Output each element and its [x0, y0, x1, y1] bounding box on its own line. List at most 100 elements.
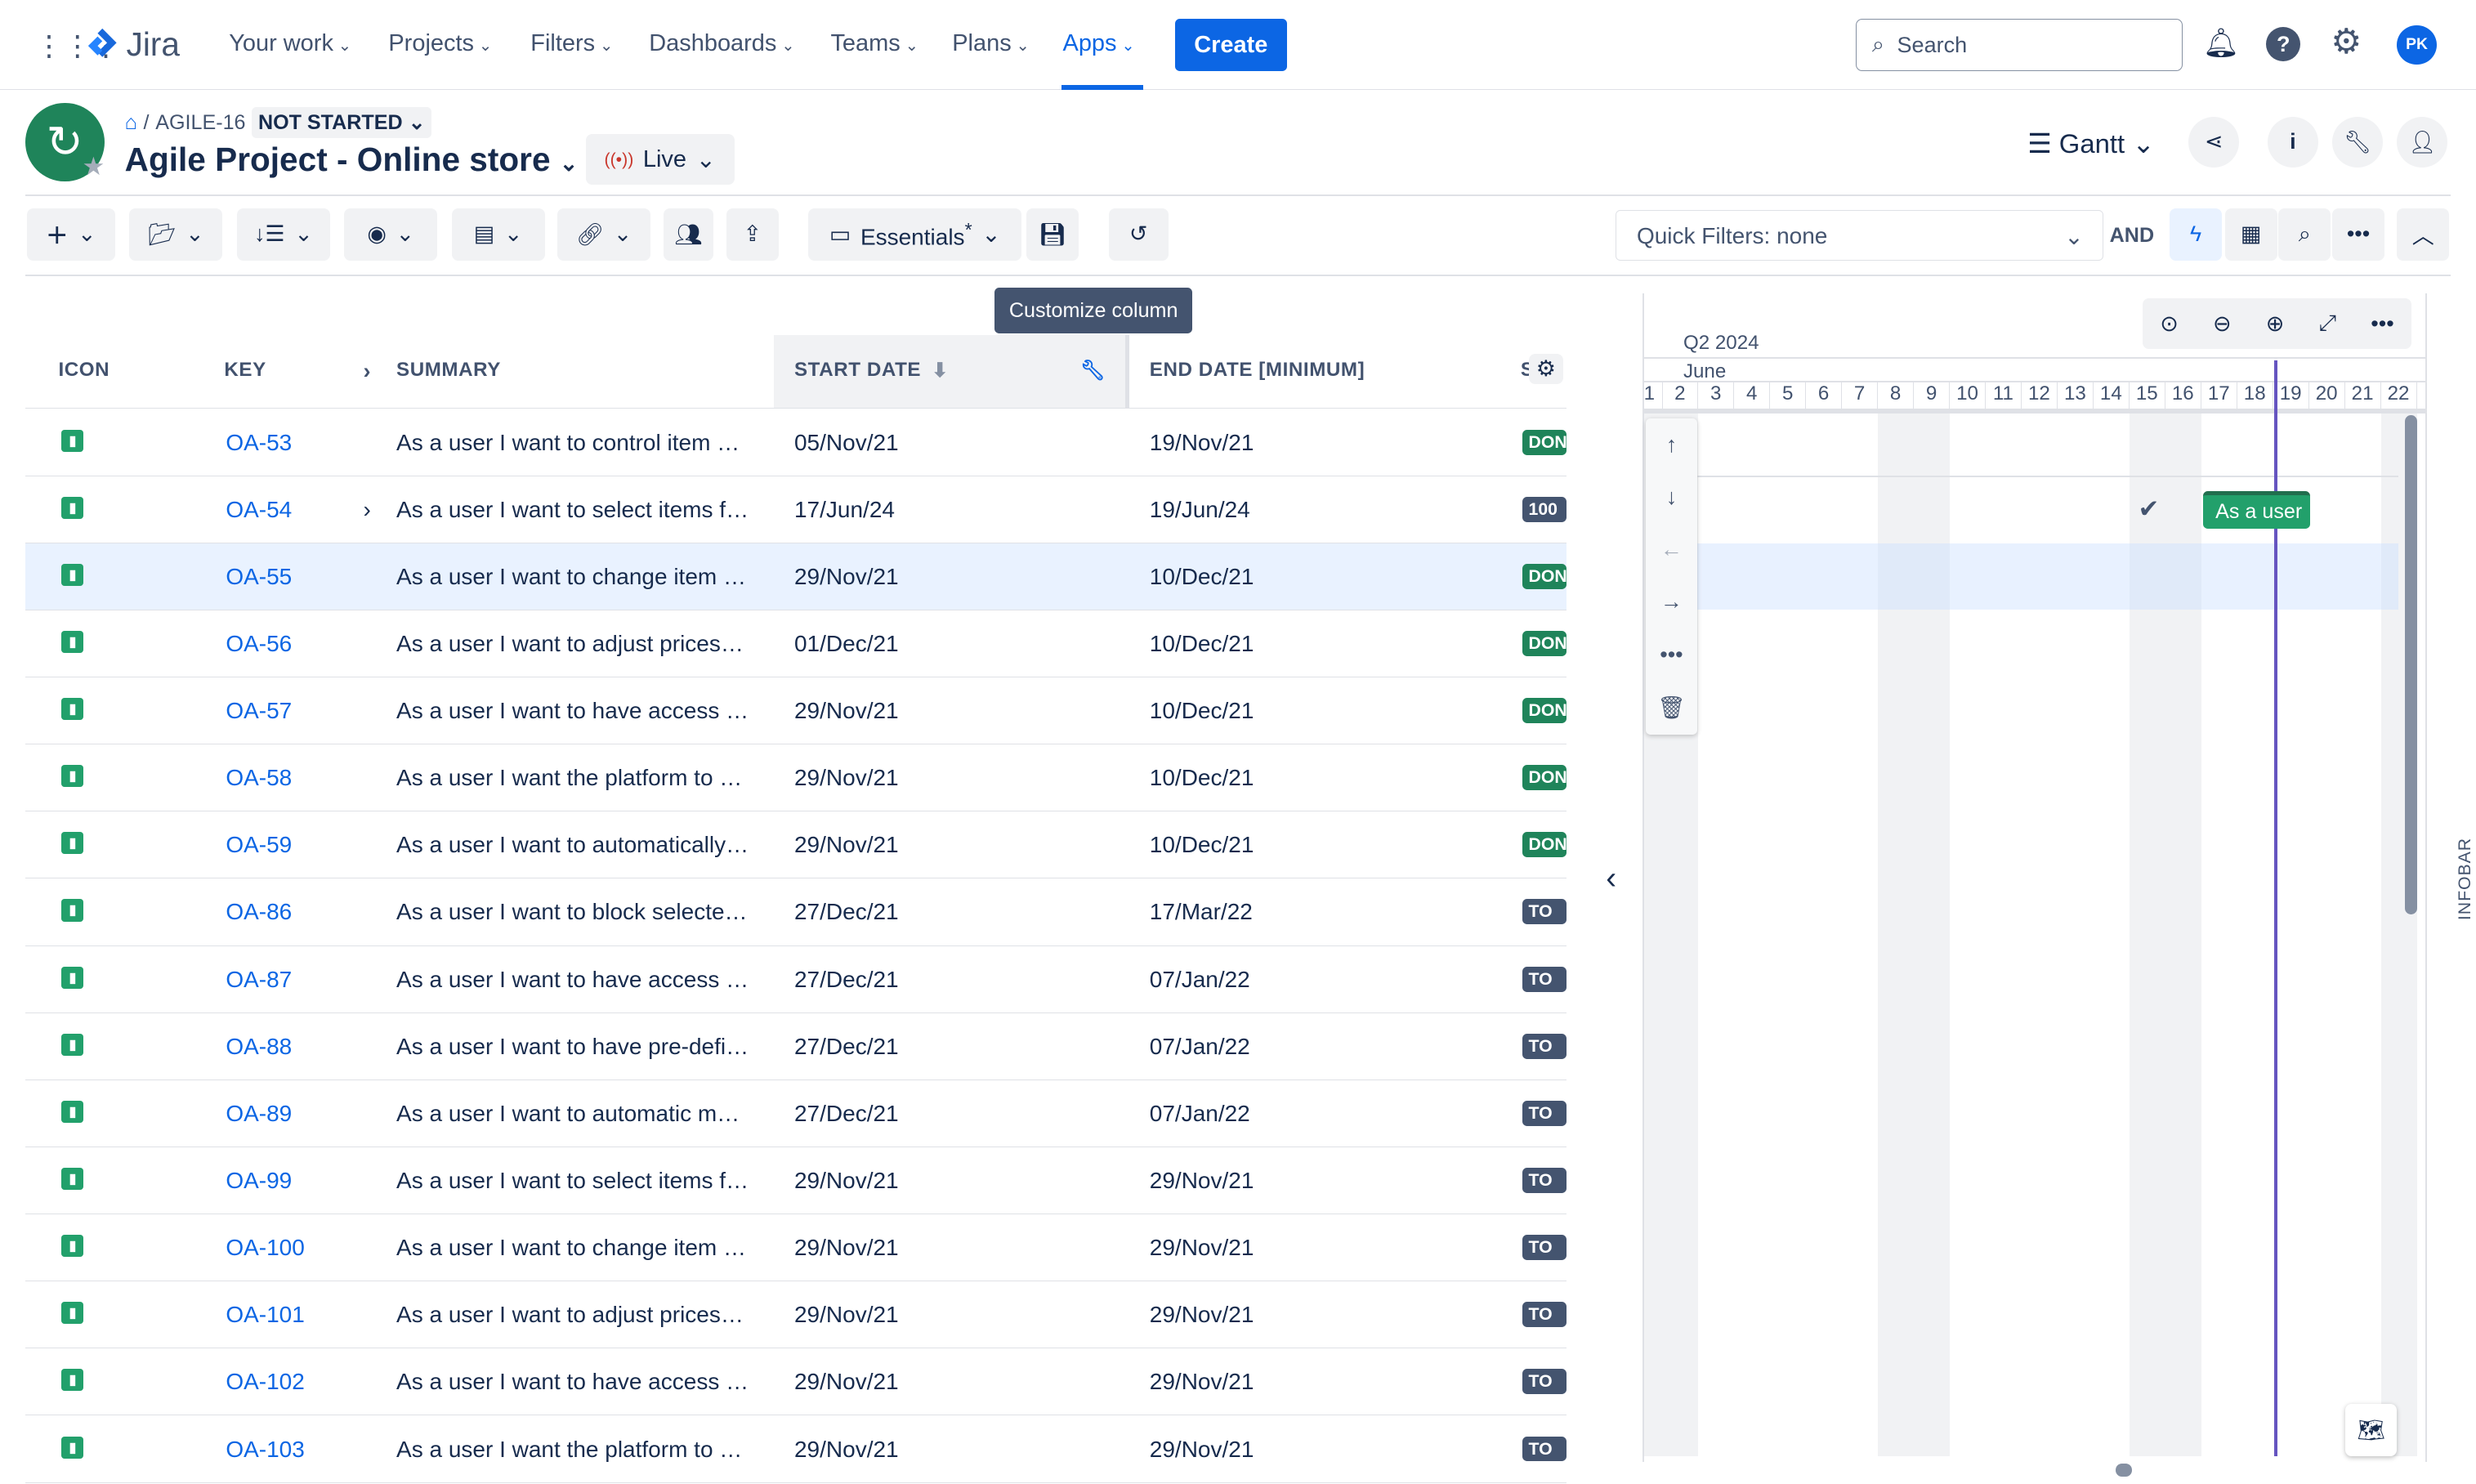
page-title[interactable]: Agile Project - Online store ⌄ — [125, 141, 579, 179]
nav-projects[interactable]: Projects ⌄ — [388, 30, 492, 57]
issue-key-link[interactable]: OA-89 — [226, 1101, 292, 1127]
map-button[interactable]: 🗺︎ — [2344, 1403, 2398, 1456]
target-icon[interactable]: ⊙ — [2160, 311, 2179, 337]
expand-icon[interactable]: ⤢ — [2319, 311, 2337, 337]
more-button[interactable]: ••• — [2332, 208, 2384, 261]
table-row[interactable]: ▮ OA-102 As a user I want to have access… — [25, 1348, 1566, 1416]
end-date[interactable]: 07/Jan/22 — [1150, 1101, 1250, 1127]
view-preset-dropdown[interactable]: ▭ Essentials* ⌄ — [808, 208, 1022, 261]
table-row[interactable]: ▮ OA-88 As a user I want to have pre-def… — [25, 1013, 1566, 1080]
issue-key-link[interactable]: OA-103 — [226, 1437, 305, 1463]
table-row[interactable]: ▮ OA-59 As a user I want to automaticall… — [25, 811, 1566, 879]
start-date[interactable]: 27/Dec/21 — [794, 899, 899, 925]
table-row[interactable]: ▮ OA-86 As a user I want to block select… — [25, 878, 1566, 946]
arrow-left-icon[interactable]: ← — [1660, 537, 1683, 562]
visibility-button[interactable]: ◉ ⌄ — [344, 208, 438, 261]
arrow-down-icon[interactable]: ↓ — [1666, 485, 1678, 510]
team-button[interactable]: 👥︎ — [663, 208, 714, 261]
start-date[interactable]: 29/Nov/21 — [794, 1235, 899, 1261]
end-date[interactable]: 29/Nov/21 — [1150, 1302, 1254, 1328]
table-row[interactable]: ▮ OA-56 As a user I want to adjust price… — [25, 610, 1566, 677]
add-button[interactable]: ＋ ⌄ — [26, 208, 116, 261]
status-badge[interactable]: TO DO — [1522, 966, 1566, 992]
issue-key-link[interactable]: OA-88 — [226, 1034, 292, 1060]
end-date[interactable]: 07/Jan/22 — [1150, 1034, 1250, 1060]
start-date[interactable]: 29/Nov/21 — [794, 698, 899, 724]
status-badge[interactable]: TO DO — [1522, 1235, 1566, 1261]
issue-key-link[interactable]: OA-101 — [226, 1302, 305, 1328]
sort-button[interactable]: ↓☰ ⌄ — [236, 208, 330, 261]
status-dropdown[interactable]: NOT STARTED ⌄ — [252, 107, 432, 139]
info-button[interactable]: i — [2267, 116, 2318, 168]
vertical-scrollbar[interactable] — [2405, 415, 2418, 914]
status-badge[interactable]: TO DO — [1522, 1436, 1566, 1462]
status-badge[interactable]: DONE — [1522, 563, 1566, 589]
start-date[interactable]: 29/Nov/21 — [794, 1302, 899, 1328]
home-icon[interactable]: ⌂ — [125, 111, 137, 135]
expand-all-icon[interactable]: › — [363, 359, 371, 384]
live-dropdown[interactable]: ((•)) Live ⌄ — [585, 134, 735, 186]
folder-button[interactable]: 📂︎ ⌄ — [129, 208, 223, 261]
issue-key-link[interactable]: OA-102 — [226, 1369, 305, 1395]
zoom-in-icon[interactable]: ⊕ — [2266, 311, 2285, 337]
automation-button[interactable]: ϟ — [2170, 208, 2222, 261]
end-date[interactable]: 19/Nov/21 — [1150, 430, 1254, 456]
wrench-icon[interactable]: 🔧︎ — [1080, 359, 1106, 382]
gantt-task-bar[interactable]: As a user — [2202, 490, 2311, 530]
column-settings-button[interactable]: ⚙ — [1528, 353, 1564, 384]
infobar-toggle[interactable]: INFOBAR — [2455, 838, 2475, 920]
end-date[interactable]: 10/Dec/21 — [1150, 564, 1254, 590]
status-badge[interactable]: TO DO — [1522, 899, 1566, 925]
table-row[interactable]: ▮ OA-54 › As a user I want to select ite… — [25, 476, 1566, 543]
status-badge[interactable]: TO DO — [1522, 1167, 1566, 1193]
table-row[interactable]: ▮ OA-53 As a user I want to control item… — [25, 409, 1566, 476]
issue-key-link[interactable]: OA-59 — [226, 832, 292, 858]
undo-button[interactable]: ↺ — [1108, 208, 1169, 261]
more-icon[interactable]: ••• — [1660, 642, 1683, 668]
nav-plans[interactable]: Plans ⌄ — [952, 30, 1029, 57]
end-date[interactable]: 10/Dec/21 — [1150, 832, 1254, 858]
start-date[interactable]: 17/Jun/24 — [794, 497, 895, 523]
avatar[interactable]: PK — [2397, 25, 2437, 65]
share-button[interactable]: ⋖ — [2188, 116, 2240, 168]
start-date[interactable]: 27/Dec/21 — [794, 1101, 899, 1127]
end-date[interactable]: 10/Dec/21 — [1150, 631, 1254, 657]
issue-key-link[interactable]: OA-56 — [226, 631, 292, 657]
sort-descending-icon[interactable]: ⬇ — [932, 359, 949, 382]
start-date[interactable]: 29/Nov/21 — [794, 564, 899, 590]
issue-key-link[interactable]: OA-100 — [226, 1235, 305, 1261]
calendar-button[interactable]: ▦ — [2224, 208, 2277, 261]
expand-chevron-icon[interactable]: › — [363, 497, 370, 523]
end-date[interactable]: 29/Nov/21 — [1150, 1369, 1254, 1395]
status-badge[interactable]: TO DO — [1522, 1100, 1566, 1126]
status-badge[interactable]: DONE — [1522, 832, 1566, 858]
start-date[interactable]: 05/Nov/21 — [794, 430, 899, 456]
start-date[interactable]: 29/Nov/21 — [794, 832, 899, 858]
issue-key-link[interactable]: OA-54 — [226, 497, 292, 523]
start-date[interactable]: 29/Nov/21 — [794, 765, 899, 791]
status-badge[interactable]: 100 — [1522, 496, 1566, 522]
zoom-out-icon[interactable]: ⊖ — [2213, 311, 2232, 337]
nav-teams[interactable]: Teams ⌄ — [830, 30, 918, 57]
table-row[interactable]: ▮ OA-103 As a user I want the platform t… — [25, 1415, 1566, 1483]
arrow-up-icon[interactable]: ↑ — [1666, 432, 1678, 458]
collapse-panel-chevron-icon[interactable]: ‹ — [1606, 860, 1616, 896]
status-badge[interactable]: DONE — [1522, 630, 1566, 656]
star-icon[interactable]: ★ — [82, 152, 105, 181]
grouping-button[interactable]: ▤ ⌄ — [451, 208, 545, 261]
nav-dashboards[interactable]: Dashboards ⌄ — [649, 30, 794, 57]
start-date[interactable]: 29/Nov/21 — [794, 1168, 899, 1194]
column-header-end-date[interactable]: END DATE [MINIMUM] — [1150, 359, 1365, 382]
issue-key-link[interactable]: OA-86 — [226, 899, 292, 925]
end-date[interactable]: 10/Dec/21 — [1150, 698, 1254, 724]
collapse-button[interactable]: ︿ — [2397, 208, 2450, 261]
issue-key-link[interactable]: OA-87 — [226, 967, 292, 993]
nav-your-work[interactable]: Your work ⌄ — [229, 30, 351, 57]
start-date[interactable]: 27/Dec/21 — [794, 967, 899, 993]
arrow-right-icon[interactable]: → — [1660, 589, 1683, 615]
and-toggle[interactable]: AND — [2110, 224, 2154, 248]
search-button[interactable]: ⌕ — [2278, 208, 2331, 261]
issue-key-link[interactable]: OA-99 — [226, 1168, 292, 1194]
jira-logo[interactable]: Jira — [85, 25, 180, 64]
view-switcher[interactable]: ☰ Gantt ⌄ — [2027, 128, 2155, 159]
